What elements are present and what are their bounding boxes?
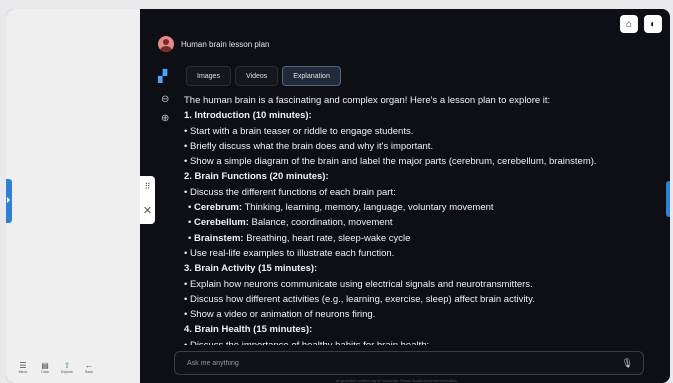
term: Cerebellum: xyxy=(193,217,249,229)
menu-icon: ☰ xyxy=(19,361,27,370)
disclaimer-text: AI-generated content may be inaccurate. … xyxy=(336,379,458,383)
theme-icon: ◐ xyxy=(649,18,657,30)
zoom-in-icon[interactable]: ⊕ xyxy=(161,113,169,124)
explore-tool[interactable]: ⇧ Explore xyxy=(58,361,76,383)
home-icon: ⌂ xyxy=(625,18,633,30)
whiteboard-panel[interactable]: ☰ Menu ▤ Data ⇧ Explore ← Back xyxy=(6,9,140,383)
home-button[interactable]: ⌂ xyxy=(620,15,638,33)
panel-handle[interactable]: ⠿ ✕ xyxy=(140,176,155,224)
page-title: Human brain lesson plan xyxy=(181,39,270,49)
book-icon: ▞ xyxy=(158,69,168,83)
term-description: Breathing, heart rate, sleep-wake cycle xyxy=(243,232,411,244)
bottom-toolbar: ☰ Menu ▤ Data ⇧ Explore ← Back xyxy=(14,359,98,383)
theme-button[interactable]: ◐ xyxy=(644,15,662,33)
content-line: • Explain how neurons communicate using … xyxy=(184,278,533,290)
term-description: Balance, coordination, movement xyxy=(248,217,393,229)
data-label: Data xyxy=(41,370,49,374)
content-line: • Discuss the importance of healthy habi… xyxy=(184,338,654,345)
chat-input-box[interactable]: 🎙 xyxy=(174,351,644,375)
content-line: • Briefly discuss what the brain does an… xyxy=(184,140,434,152)
avatar xyxy=(158,36,174,52)
clipboard-icon: ▤ xyxy=(41,361,49,370)
tab-images[interactable]: Images xyxy=(186,66,231,86)
tab-explanation[interactable]: Explanation xyxy=(282,66,341,86)
zoom-controls: ⊖ ⊕ xyxy=(161,94,169,124)
explanation-content: The human brain is a fascinating and com… xyxy=(184,93,654,345)
menu-tool[interactable]: ☰ Menu xyxy=(14,361,32,383)
section-heading: 4. Brain Health (15 minutes): xyxy=(184,324,313,336)
content-line: • Show a video or animation of neurons f… xyxy=(184,309,376,321)
zoom-out-icon[interactable]: ⊖ xyxy=(161,94,169,105)
menu-label: Menu xyxy=(18,370,28,374)
content-line: • Show a simple diagram of the brain and… xyxy=(184,156,597,168)
term: Cerebrum: xyxy=(193,202,243,214)
content-line: • Discuss how different activities (e.g.… xyxy=(184,293,535,305)
content-line: • Start with a brain teaser or riddle to… xyxy=(184,125,414,137)
content-line: • Discuss the different functions of eac… xyxy=(184,186,396,198)
content-line: • Use real-life examples to illustrate e… xyxy=(184,247,395,259)
chat-header: Human brain lesson plan xyxy=(158,36,270,52)
sub-bullet-item: • Cerebellum: Balance, coordination, mov… xyxy=(184,215,654,230)
term: Brainstem: xyxy=(193,232,244,244)
grip-icon[interactable]: ⠿ xyxy=(145,183,151,191)
tab-videos[interactable]: Videos xyxy=(234,66,279,86)
back-label: Back xyxy=(85,370,93,374)
upload-icon: ⇧ xyxy=(63,361,71,370)
ask-input[interactable] xyxy=(185,358,589,368)
data-tool[interactable]: ▤ Data xyxy=(36,361,54,383)
section-heading: 3. Brain Activity (15 minutes): xyxy=(184,263,318,275)
back-arrow-icon: ← xyxy=(85,361,93,370)
content-line: The human brain is a fascinating and com… xyxy=(184,95,551,106)
left-collapse-tab[interactable] xyxy=(6,179,12,223)
microphone-icon[interactable]: 🎙 xyxy=(622,358,633,369)
back-tool[interactable]: ← Back xyxy=(80,361,98,383)
explore-label: Explore xyxy=(61,370,73,374)
term-description: Thinking, learning, memory, language, vo… xyxy=(242,202,494,214)
top-right-controls: ⌂ ◐ xyxy=(620,15,662,33)
sub-bullet-item: • Brainstem: Breathing, heart rate, slee… xyxy=(184,231,654,246)
sub-bullet-item: • Cerebrum: Thinking, learning, memory, … xyxy=(184,200,654,215)
section-heading: 1. Introduction (10 minutes): xyxy=(184,110,312,122)
tab-bar: ▞ Images Videos Explanation xyxy=(158,66,341,86)
app-window: ☰ Menu ▤ Data ⇧ Explore ← Back ⠿ ✕ ⌂ ◐ H… xyxy=(6,9,670,383)
right-collapse-tab[interactable] xyxy=(666,181,670,217)
close-icon[interactable]: ✕ xyxy=(143,205,152,217)
section-heading: 2. Brain Functions (20 minutes): xyxy=(184,171,329,183)
